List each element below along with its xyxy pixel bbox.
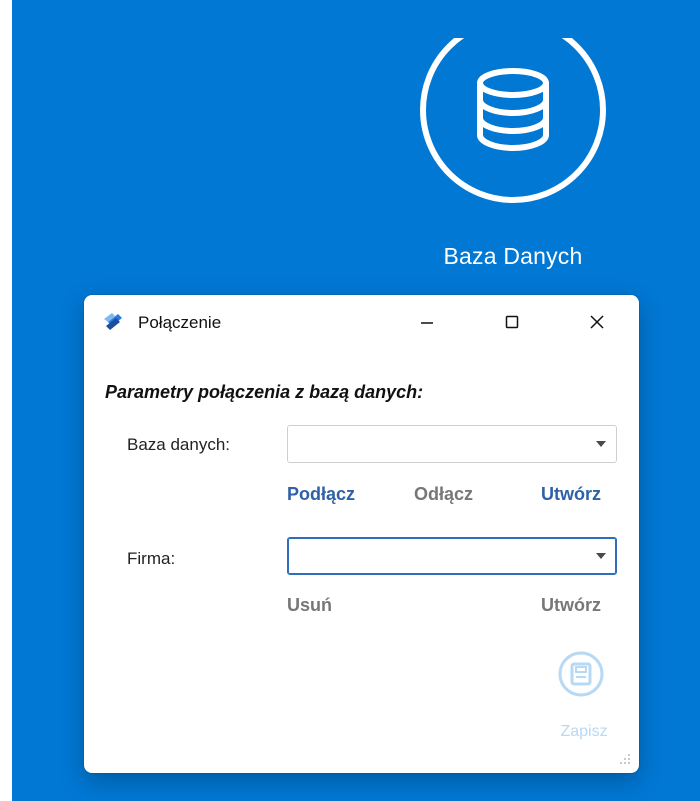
database-tile-label: Baza Danych bbox=[443, 243, 583, 269]
disconnect-database-link[interactable]: Odłącz bbox=[414, 483, 473, 505]
dialog-title: Połączenie bbox=[138, 313, 222, 332]
save-icon bbox=[558, 651, 604, 697]
resize-grip-icon[interactable] bbox=[615, 749, 631, 765]
company-select[interactable] bbox=[287, 537, 617, 575]
connection-dialog: Połączenie Parametry połączenia z bazą d… bbox=[84, 295, 639, 773]
chevron-down-icon bbox=[596, 553, 606, 559]
save-label: Zapisz bbox=[560, 723, 608, 740]
left-edge-strip bbox=[0, 0, 12, 801]
connect-database-link[interactable]: Podłącz bbox=[287, 483, 355, 505]
dialog-titlebar[interactable]: Połączenie bbox=[84, 295, 639, 353]
maximize-button[interactable] bbox=[489, 300, 535, 344]
maximize-icon bbox=[505, 315, 519, 329]
minimize-icon bbox=[421, 322, 433, 324]
connection-parameters-heading: Parametry połączenia z bazą danych: bbox=[105, 382, 424, 402]
database-tile[interactable] bbox=[418, 38, 608, 208]
close-button[interactable] bbox=[574, 300, 620, 344]
create-database-link[interactable]: Utwórz bbox=[541, 483, 601, 505]
minimize-button[interactable] bbox=[404, 300, 450, 344]
create-company-link[interactable]: Utwórz bbox=[541, 594, 601, 616]
company-label: Firma: bbox=[127, 549, 176, 568]
close-icon bbox=[590, 315, 604, 329]
database-select[interactable] bbox=[287, 425, 617, 463]
save-button[interactable]: Zapisz bbox=[554, 650, 614, 742]
chevron-down-icon bbox=[596, 441, 606, 447]
app-logo-icon bbox=[102, 311, 124, 333]
database-label: Baza danych: bbox=[127, 435, 231, 454]
remove-company-link[interactable]: Usuń bbox=[287, 594, 332, 616]
database-icon bbox=[477, 68, 549, 151]
